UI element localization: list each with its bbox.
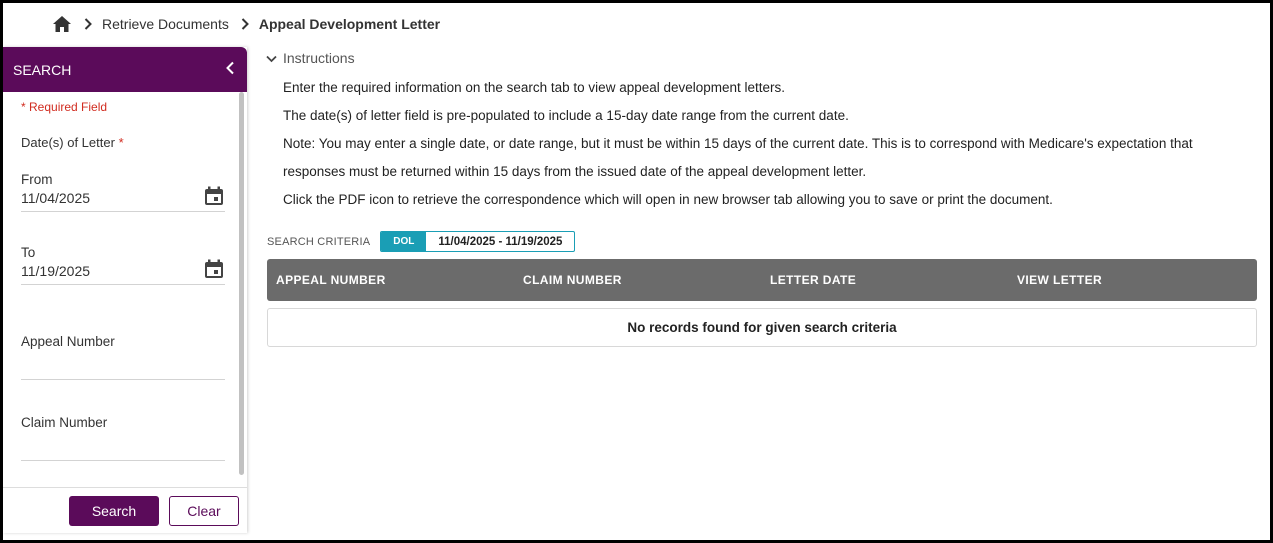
claim-number-input[interactable] [21, 460, 225, 461]
clear-button[interactable]: Clear [169, 495, 239, 526]
instruction-line: Enter the required information on the se… [283, 80, 786, 95]
column-header-letter-date[interactable]: LETTER DATE [761, 273, 1008, 287]
sidebar-header: SEARCH [3, 47, 247, 92]
chevron-right-icon [241, 18, 249, 30]
column-header-claim-number[interactable]: CLAIM NUMBER [514, 273, 761, 287]
claim-number-label: Claim Number [21, 415, 108, 430]
breadcrumb-retrieve-documents[interactable]: Retrieve Documents [102, 16, 229, 32]
instructions-label: Instructions [283, 50, 355, 66]
results-table-header: APPEAL NUMBER CLAIM NUMBER LETTER DATE V… [267, 259, 1257, 301]
empty-results-message: No records found for given search criter… [267, 308, 1257, 347]
column-header-appeal-number[interactable]: APPEAL NUMBER [267, 273, 514, 287]
from-label: From [21, 172, 53, 187]
criteria-chip-key: DOL [381, 232, 427, 251]
instruction-line: The date(s) of letter field is pre-popul… [283, 108, 849, 123]
dol-label: Date(s) of Letter * [21, 135, 124, 150]
search-button[interactable]: Search [69, 495, 159, 526]
breadcrumb-current: Appeal Development Letter [258, 16, 441, 32]
instruction-line: Click the PDF icon to retrieve the corre… [283, 192, 1053, 207]
from-date-value: 11/04/2025 [21, 190, 91, 206]
required-field-note: * Required Field [21, 100, 108, 114]
appeal-number-input[interactable] [21, 379, 225, 380]
appeal-number-label: Appeal Number [21, 334, 115, 349]
calendar-icon[interactable] [203, 258, 225, 280]
to-date-input[interactable]: 11/19/2025 [21, 258, 225, 285]
search-criteria: SEARCH CRITERIA DOL 11/04/2025 - 11/19/2… [267, 231, 576, 252]
chevron-left-icon[interactable] [225, 61, 235, 78]
instructions-toggle[interactable]: Instructions [266, 50, 355, 66]
chevron-down-icon [266, 50, 277, 66]
breadcrumb: Retrieve Documents Appeal Development Le… [52, 13, 440, 35]
instruction-line: Note: You may enter a single date, or da… [283, 136, 1193, 151]
search-sidebar: SEARCH * Required Field Date(s) of Lette… [3, 47, 247, 533]
search-criteria-label: SEARCH CRITERIA [267, 235, 371, 248]
instruction-line: responses must be returned within 15 day… [283, 164, 867, 179]
required-star: * [118, 135, 124, 150]
to-date-value: 11/19/2025 [21, 263, 91, 279]
criteria-chip: DOL 11/04/2025 - 11/19/2025 [380, 231, 576, 252]
to-label: To [21, 245, 36, 260]
criteria-chip-value: 11/04/2025 - 11/19/2025 [438, 235, 563, 248]
sidebar-form: * Required Field Date(s) of Letter * Fro… [3, 92, 247, 487]
instructions-text: Enter the required information on the se… [283, 74, 1243, 214]
calendar-icon[interactable] [203, 185, 225, 207]
dol-label-text: Date(s) of Letter [21, 135, 115, 150]
from-date-input[interactable]: 11/04/2025 [21, 185, 225, 212]
chevron-right-icon [84, 18, 92, 30]
sidebar-footer: Search Clear [3, 487, 247, 533]
sidebar-scrollbar[interactable] [239, 92, 244, 475]
sidebar-title: SEARCH [13, 61, 72, 78]
home-icon[interactable] [52, 14, 72, 34]
column-header-view-letter[interactable]: VIEW LETTER [1008, 273, 1255, 287]
